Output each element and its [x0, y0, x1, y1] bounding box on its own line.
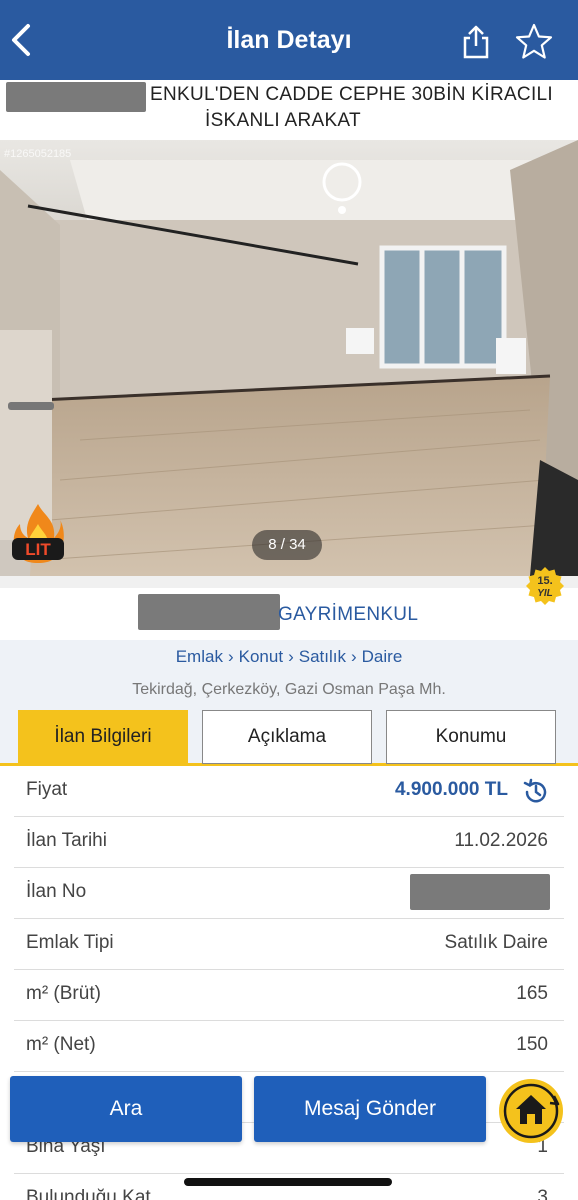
- price-history-icon[interactable]: [522, 778, 550, 806]
- info-value: 11.02.2026: [454, 830, 548, 851]
- breadcrumb: Emlak › Konut › Satılık › Daire: [0, 640, 578, 676]
- lit-badge: LIT: [8, 502, 68, 564]
- info-label: Fiyat: [26, 779, 68, 800]
- share-button[interactable]: [460, 24, 492, 60]
- info-label: m² (Brüt): [26, 983, 101, 1004]
- fire-icon: LIT: [12, 504, 64, 563]
- breadcrumb-separator-icon: ›: [288, 647, 294, 666]
- location-text: Tekirdağ, Çerkezköy, Gazi Osman Paşa Mh.: [0, 676, 578, 706]
- breadcrumb-separator-icon: ›: [350, 647, 357, 666]
- home-indicator: [184, 1178, 392, 1186]
- tab-konumu[interactable]: Konumu: [386, 710, 556, 764]
- listing-title-line1: ENKUL'DEN CADDE CEPHE 30BİN KİRACILI: [150, 84, 553, 105]
- breadcrumb-separator-icon: ›: [227, 647, 234, 666]
- info-value: Satılık Daire: [444, 932, 548, 953]
- home-button[interactable]: [498, 1078, 564, 1144]
- breadcrumb-item[interactable]: Daire: [362, 640, 403, 674]
- lit-badge-label: LIT: [25, 540, 51, 559]
- info-label: İlan Tarihi: [26, 830, 107, 851]
- home-icon: [499, 1079, 563, 1143]
- info-row-price: Fiyat 4.900.000 TL: [14, 766, 564, 817]
- year-badge-label: YIL: [537, 588, 553, 599]
- listing-title: ENKUL'DEN CADDE CEPHE 30BİN KİRACILI İSK…: [0, 80, 578, 140]
- photo-counter: 8 / 34: [252, 530, 322, 560]
- info-value: 3: [537, 1187, 548, 1200]
- info-row-date: İlan Tarihi 11.02.2026: [14, 817, 564, 868]
- listing-title-line2: İSKANLI ARAKAT: [205, 110, 361, 131]
- top-navigation-bar: İlan Detayı: [0, 0, 578, 80]
- listing-photo[interactable]: #1265052185 LIT 8 / 34: [0, 140, 578, 576]
- room-photo-image: [0, 140, 578, 576]
- info-label: Bulunduğu Kat: [26, 1187, 151, 1200]
- redacted-block: [138, 594, 280, 630]
- price-value: 4.900.000 TL: [394, 779, 508, 800]
- tab-aciklama[interactable]: Açıklama: [202, 710, 372, 764]
- info-label: m² (Net): [26, 1034, 96, 1055]
- breadcrumb-item[interactable]: Konut: [239, 640, 283, 674]
- store-name[interactable]: GAYRİMENKUL: [278, 604, 418, 626]
- favorite-button[interactable]: [514, 22, 554, 62]
- call-button[interactable]: Ara: [10, 1076, 242, 1142]
- redacted-block: [410, 874, 550, 910]
- share-icon: [463, 25, 489, 59]
- tab-ilan-bilgileri[interactable]: İlan Bilgileri: [18, 710, 188, 764]
- breadcrumb-item[interactable]: Emlak: [176, 640, 223, 674]
- info-row-listing-no: İlan No: [14, 868, 564, 919]
- info-row-brut: m² (Brüt) 165: [14, 970, 564, 1021]
- info-value: 150: [516, 1034, 548, 1055]
- info-row-type: Emlak Tipi Satılık Daire: [14, 919, 564, 970]
- redacted-block: [6, 82, 146, 112]
- info-value: 165: [516, 983, 548, 1004]
- store-strip[interactable]: GAYRİMENKUL: [0, 576, 578, 640]
- info-row-net: m² (Net) 150: [14, 1021, 564, 1072]
- star-icon: [515, 23, 553, 59]
- info-label: Emlak Tipi: [26, 932, 114, 953]
- photo-reference: #1265052185: [4, 148, 72, 160]
- breadcrumb-item[interactable]: Satılık: [299, 640, 346, 674]
- send-message-button[interactable]: Mesaj Gönder: [254, 1076, 486, 1142]
- year-badge: 15. YIL: [524, 566, 566, 608]
- info-label: İlan No: [26, 881, 87, 902]
- year-badge-number: 15.: [537, 575, 552, 587]
